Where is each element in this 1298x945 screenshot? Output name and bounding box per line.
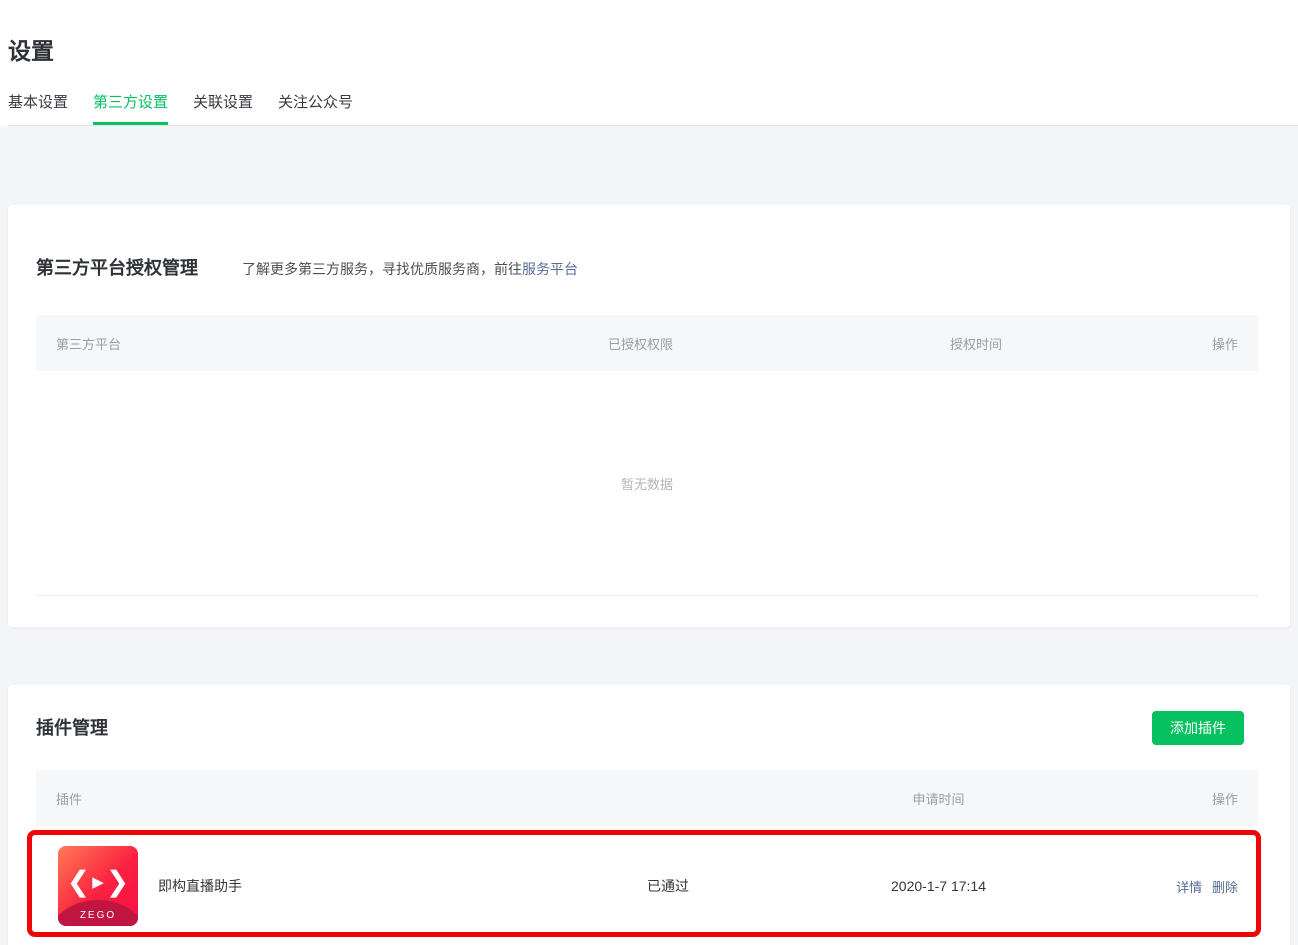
card-gap — [8, 627, 1290, 685]
plugin-operations: 详情 删除 — [1041, 877, 1258, 896]
zego-logo-icon: ❮ ▶ ❯ ZEGO — [58, 846, 138, 926]
plugin-management-card: 插件管理 添加插件 插件 申请时间 操作 ❮ ▶ ❯ ZEGO 即构直播助手 已… — [8, 685, 1290, 945]
detail-link[interactable]: 详情 — [1176, 880, 1202, 895]
delete-link[interactable]: 删除 — [1212, 880, 1238, 895]
tab-association-settings[interactable]: 关联设置 — [193, 94, 253, 125]
plugin-col-operations: 操作 — [1211, 791, 1238, 807]
plugin-col-apply-time: 申请时间 — [912, 791, 965, 807]
auth-management-card: 第三方平台授权管理 了解更多第三方服务，寻找优质服务商，前往服务平台 第三方平台… — [8, 205, 1290, 627]
content-area: 第三方平台授权管理 了解更多第三方服务，寻找优质服务商，前往服务平台 第三方平台… — [0, 126, 1298, 945]
table-row: ❮ ▶ ❯ ZEGO 即构直播助手 已通过 2020-1-7 17:14 详情 … — [36, 826, 1258, 945]
page-header: 设置 基本设置 第三方设置 关联设置 关注公众号 — [0, 0, 1298, 126]
plugin-table-header: 插件 申请时间 操作 — [36, 770, 1258, 826]
auth-table-header: 第三方平台 已授权权限 授权时间 操作 — [36, 315, 1258, 371]
zego-code-play-glyph: ❮ ▶ ❯ — [66, 866, 130, 897]
plugin-col-plugin: 插件 — [56, 791, 83, 807]
plugin-apply-time: 2020-1-7 17:14 — [891, 878, 986, 894]
auth-section-header: 第三方平台授权管理 了解更多第三方服务，寻找优质服务商，前往服务平台 — [36, 205, 1258, 280]
plugin-section-title: 插件管理 — [36, 718, 108, 738]
auth-desc-text: 了解更多第三方服务，寻找优质服务商，前往 — [242, 261, 522, 277]
plugin-info-cell: ❮ ▶ ❯ ZEGO 即构直播助手 — [36, 846, 647, 926]
auth-col-permissions: 已授权权限 — [608, 336, 674, 352]
tab-basic-settings[interactable]: 基本设置 — [8, 94, 68, 125]
auth-table-empty-state: 暂无数据 — [620, 476, 673, 492]
zego-wordmark: ZEGO — [79, 910, 117, 921]
auth-col-operations: 操作 — [1211, 336, 1238, 352]
plugin-name: 即构直播助手 — [158, 878, 242, 894]
service-platform-link[interactable]: 服务平台 — [522, 261, 578, 277]
tab-third-party-settings[interactable]: 第三方设置 — [93, 94, 169, 125]
add-plugin-button[interactable]: 添加插件 — [1152, 711, 1244, 745]
tab-follow-official-account[interactable]: 关注公众号 — [278, 94, 353, 125]
auth-col-auth-time: 授权时间 — [950, 336, 1003, 352]
auth-col-platform: 第三方平台 — [56, 336, 122, 352]
tab-bar: 基本设置 第三方设置 关联设置 关注公众号 — [8, 66, 1298, 126]
page-title: 设置 — [8, 38, 54, 64]
plugin-status: 已通过 — [647, 878, 689, 894]
auth-section-description: 了解更多第三方服务，寻找优质服务商，前往服务平台 — [242, 259, 578, 279]
auth-section-title: 第三方平台授权管理 — [36, 258, 198, 278]
settings-page: 设置 基本设置 第三方设置 关联设置 关注公众号 第三方平台授权管理 了解更多第… — [0, 0, 1298, 945]
plugin-section-header: 插件管理 添加插件 — [36, 685, 1258, 745]
auth-table-bottom-divider — [36, 595, 1258, 596]
